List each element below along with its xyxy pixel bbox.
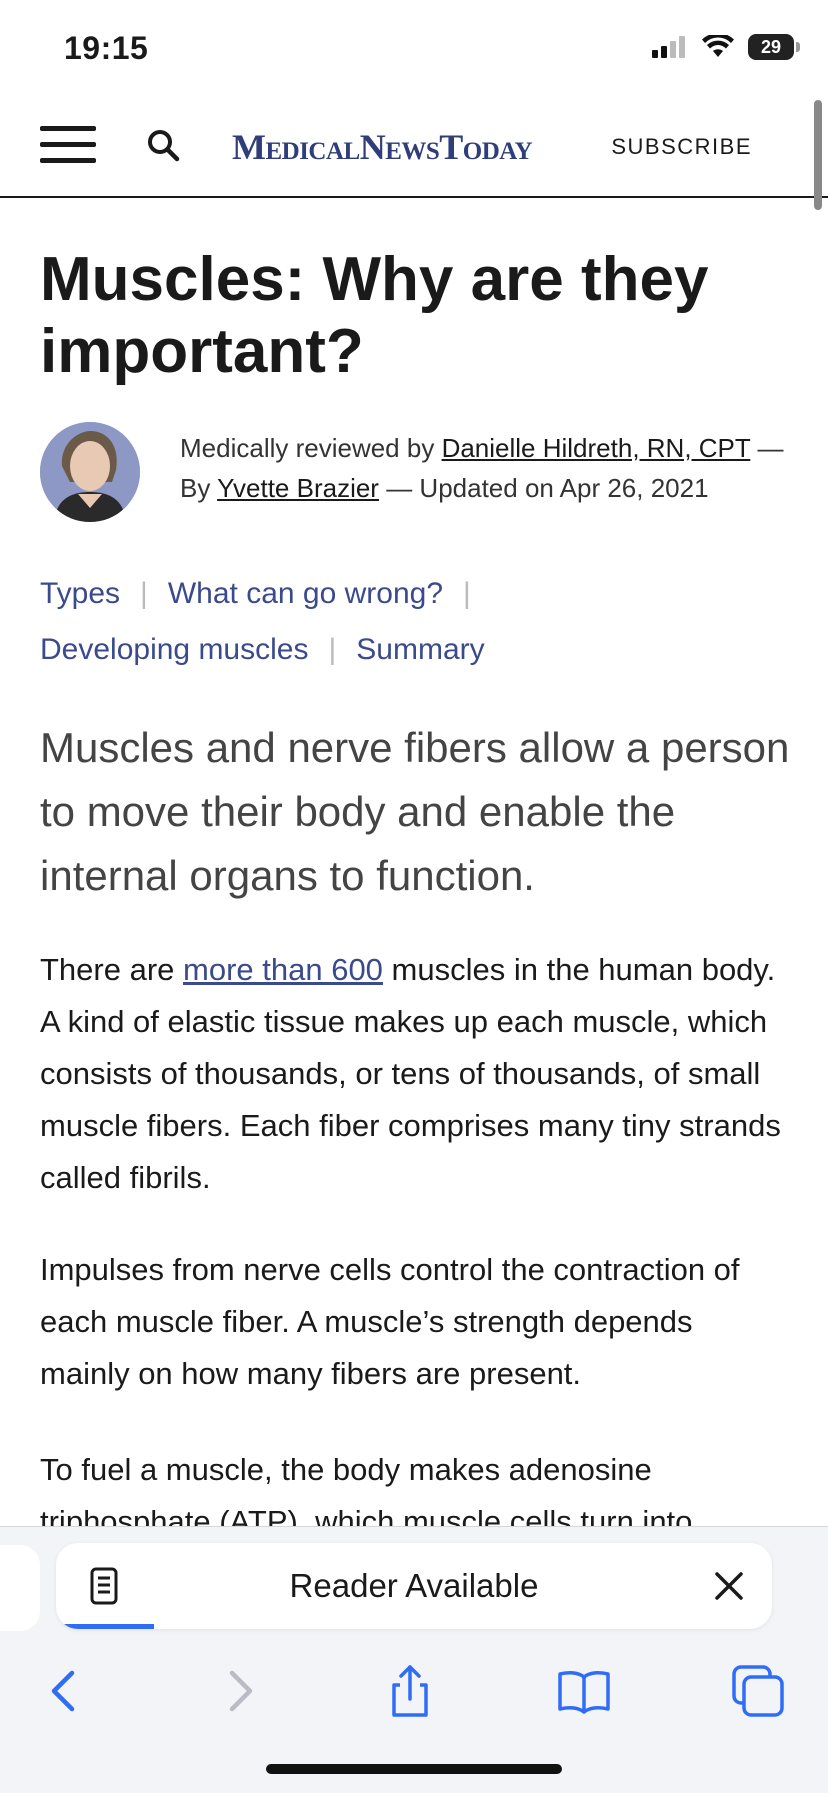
reader-available-bar[interactable]: Reader Available [56, 1543, 772, 1629]
article-title: Muscles: Why are they important? [40, 245, 709, 386]
bookmarks-icon[interactable] [554, 1661, 614, 1721]
tabs-icon[interactable] [728, 1661, 788, 1721]
status-time: 19:15 [64, 30, 149, 66]
close-icon[interactable] [710, 1567, 748, 1605]
safari-bottom-bar: Reader Available [0, 1526, 828, 1793]
p1-text-after: muscles in the human body. A kind of ela… [40, 952, 781, 1195]
article-paragraph-3: To fuel a muscle, the body makes adenosi… [40, 1452, 693, 1526]
share-icon[interactable] [380, 1661, 440, 1721]
reviewer-avatar [40, 422, 140, 522]
cellular-signal-icon [652, 36, 685, 58]
safari-toolbar [0, 1645, 828, 1755]
previous-tab-pill[interactable] [0, 1545, 40, 1631]
brand-logo[interactable]: MedicalNewsToday [232, 126, 533, 168]
forward-icon[interactable] [208, 1661, 268, 1721]
scrollbar[interactable] [814, 100, 822, 210]
toc-link-what-can-go-wrong[interactable]: What can go wrong? [168, 577, 443, 610]
byline-reviewed-prefix: Medically reviewed by [180, 433, 442, 463]
byline-updated: — Updated on Apr 26, 2021 [378, 473, 709, 503]
author-link[interactable]: Yvette Brazier [217, 473, 379, 503]
site-header: MedicalNewsToday SUBSCRIBE [0, 96, 828, 198]
table-of-contents: Types | What can go wrong? | Developing mus… [40, 566, 780, 678]
reviewer-link[interactable]: Danielle Hildreth, RN, CPT [442, 433, 751, 463]
reader-available-label[interactable]: Reader Available [56, 1567, 772, 1605]
battery-icon: 29 [748, 34, 800, 60]
wifi-icon [702, 35, 734, 57]
toc-link-developing-muscles[interactable]: Developing muscles [40, 633, 308, 666]
more-than-600-link[interactable]: more than 600 [183, 952, 383, 987]
article-paragraph-2: Impulses from nerve cells control the co… [40, 1252, 740, 1391]
page-load-progress [56, 1624, 154, 1629]
status-icons: 29 [652, 34, 800, 60]
p1-text-before: There are [40, 952, 184, 987]
toc-divider: | [140, 577, 148, 610]
search-icon[interactable] [146, 128, 180, 162]
article-lead: Muscles and nerve fibers allow a person … [40, 724, 790, 899]
toc-link-types[interactable]: Types [40, 577, 120, 610]
subscribe-link[interactable]: SUBSCRIBE [611, 134, 752, 160]
home-indicator[interactable] [266, 1764, 562, 1774]
avatar-portrait [40, 422, 140, 522]
battery-level: 29 [760, 36, 782, 57]
article-paragraph-1: There are more than 600 muscles in the h… [40, 944, 790, 1204]
menu-icon[interactable] [40, 126, 96, 164]
status-bar: 19:15 29 [0, 0, 828, 96]
back-icon[interactable] [36, 1661, 96, 1721]
article-byline: Medically reviewed by Danielle Hildreth,… [180, 428, 800, 508]
toc-divider: | [328, 633, 337, 666]
toc-link-summary[interactable]: Summary [356, 633, 484, 666]
toc-divider: | [463, 577, 471, 610]
